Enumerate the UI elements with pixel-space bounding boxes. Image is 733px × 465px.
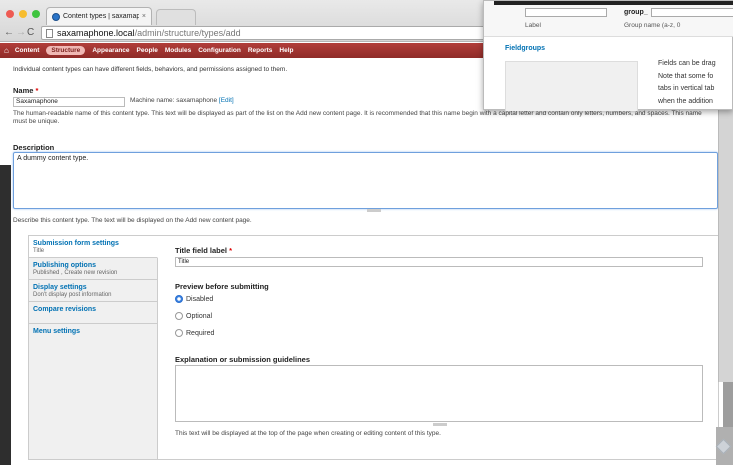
tab-title: Content types | saxamaph: [63, 13, 139, 20]
required-marker: *: [35, 86, 39, 95]
fieldgroups-link[interactable]: Fieldgroups: [505, 45, 545, 52]
vtab-menu-settings[interactable]: Menu settings: [29, 324, 157, 346]
group-name-caption: Group name (a-z, 0: [624, 22, 681, 29]
machine-name: Machine name: saxamaphone [Edit]: [130, 97, 234, 104]
radio-disabled[interactable]: Disabled: [175, 295, 213, 303]
maximize-window-button[interactable]: [32, 10, 40, 18]
explanation-label: Explanation or submission guidelines: [175, 355, 311, 364]
fieldgroups-panel: [505, 61, 638, 111]
vtab-publishing-options[interactable]: Publishing options Published , Create ne…: [29, 258, 157, 280]
minimize-window-button[interactable]: [19, 10, 27, 18]
description-resize-grip[interactable]: [367, 209, 381, 212]
toolbar-structure[interactable]: Structure: [46, 46, 86, 55]
url-host: saxamaphone.local: [57, 28, 135, 38]
home-icon[interactable]: ⌂: [4, 46, 9, 55]
toolbar-configuration[interactable]: Configuration: [198, 47, 241, 54]
description-label: Description: [13, 143, 55, 152]
toolbar-modules[interactable]: Modules: [165, 47, 191, 54]
vertical-tabs: Submission form settings Title Publishin…: [28, 235, 719, 460]
toolbar-content[interactable]: Content: [15, 47, 40, 54]
radio-disabled-control[interactable]: [175, 295, 183, 303]
vtab-compare-revisions[interactable]: Compare revisions: [29, 302, 157, 324]
title-field-label: Title field label *: [175, 246, 232, 255]
explanation-help-text: This text will be displayed at the top o…: [175, 430, 441, 437]
close-window-button[interactable]: [6, 10, 14, 18]
new-tab-button[interactable]: [156, 9, 196, 25]
vtab-submission-form-settings[interactable]: Submission form settings Title: [29, 236, 158, 258]
back-arrow-icon[interactable]: ←: [4, 28, 14, 38]
fieldgroup-overlay-window: Label group_ Group name (a-z, 0 Fieldgro…: [483, 0, 733, 111]
toolbar-people[interactable]: People: [137, 47, 158, 54]
group-name-input[interactable]: [651, 8, 733, 17]
forward-arrow-icon[interactable]: →: [16, 28, 26, 38]
explanation-resize-grip[interactable]: [433, 423, 447, 426]
group-label-caption: Label: [525, 22, 541, 29]
name-input[interactable]: Saxamaphone: [13, 97, 125, 107]
page-icon: [46, 28, 53, 38]
left-window-edge: [0, 165, 11, 465]
group-label-input[interactable]: [525, 8, 607, 17]
name-label: Name *: [13, 86, 39, 95]
tab-close-icon[interactable]: ×: [142, 13, 146, 20]
add-new-group-row: Label group_ Group name (a-z, 0: [484, 1, 733, 37]
group-prefix: group_: [624, 9, 648, 16]
background-window-edge-dark: [723, 382, 733, 427]
radio-optional-control[interactable]: [175, 312, 183, 320]
radio-required-control[interactable]: [175, 329, 183, 337]
fieldgroups-description: Fields can be drag Note that some fo tab…: [658, 60, 716, 105]
description-help-text: Describe this content type. The text wil…: [13, 217, 252, 224]
description-textarea[interactable]: A dummy content type.: [13, 152, 718, 209]
radio-required[interactable]: Required: [175, 329, 214, 337]
machine-name-edit-link[interactable]: [Edit]: [219, 97, 234, 104]
vertical-tabs-list: Submission form settings Title Publishin…: [29, 236, 158, 459]
intro-text: Individual content types can have differ…: [13, 66, 288, 73]
toolbar-appearance[interactable]: Appearance: [92, 47, 129, 54]
title-field-input[interactable]: Title: [175, 257, 703, 267]
browser-tab-active[interactable]: Content types | saxamaph ×: [46, 7, 152, 25]
address-bar[interactable]: saxamaphone.local/admin/structure/types/…: [41, 26, 501, 40]
vtab-display-settings[interactable]: Display settings Don't display post info…: [29, 280, 157, 302]
radio-optional[interactable]: Optional: [175, 312, 212, 320]
explanation-textarea[interactable]: [175, 365, 703, 422]
url-path: /admin/structure/types/add: [134, 28, 241, 38]
overlay-dark-strip: [494, 1, 733, 5]
name-help-text: The human-readable name of this content …: [13, 110, 702, 125]
toolbar-help[interactable]: Help: [279, 47, 293, 54]
reload-icon[interactable]: C: [27, 28, 34, 38]
preview-label: Preview before submitting: [175, 282, 269, 291]
drupal-favicon-icon: [52, 12, 60, 21]
toolbar-reports[interactable]: Reports: [248, 47, 273, 54]
